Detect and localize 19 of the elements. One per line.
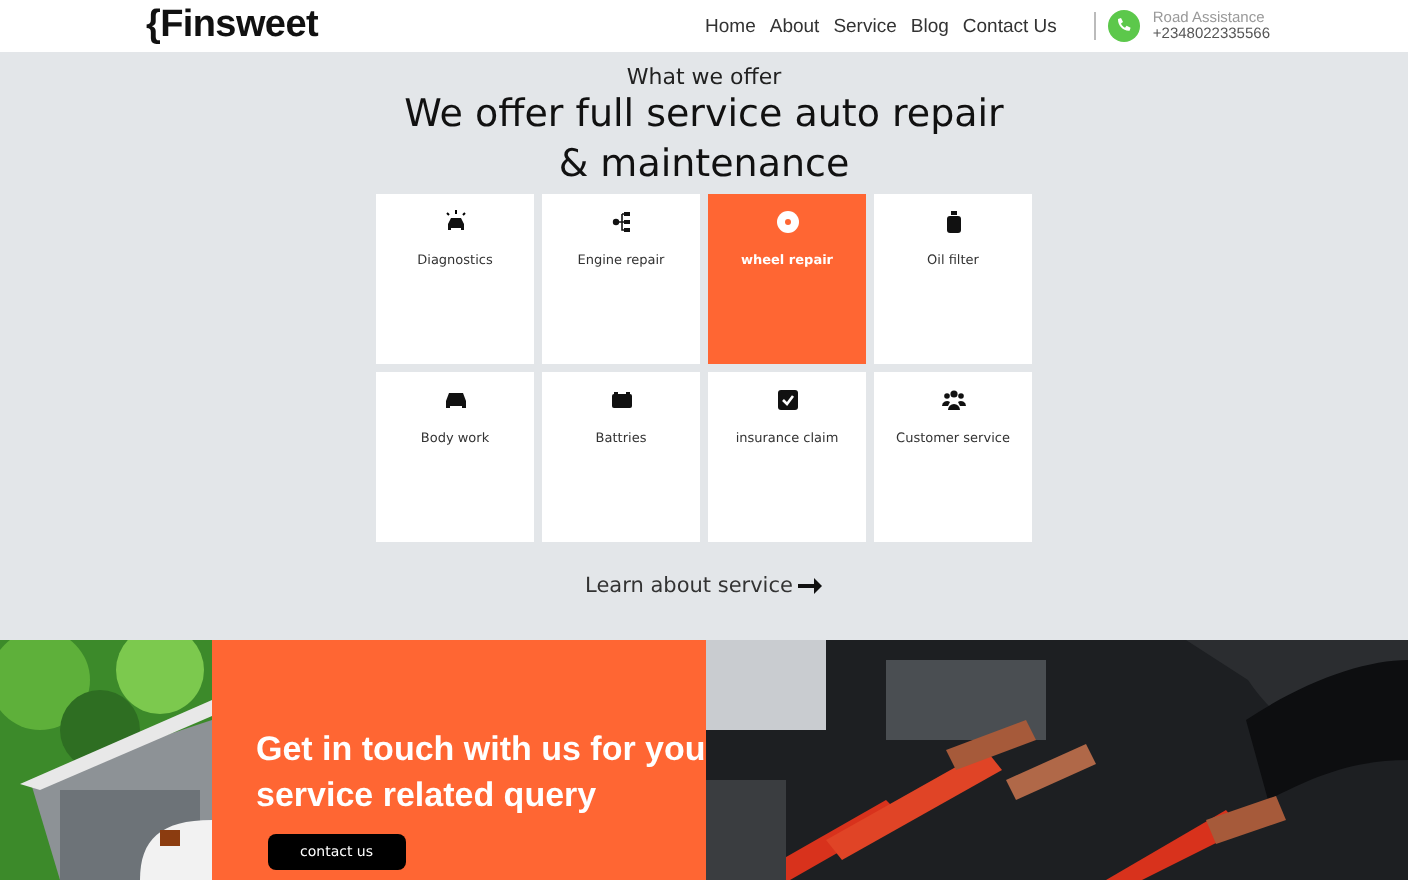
- section-eyebrow: What we offer: [626, 64, 782, 90]
- phone-icon: [1108, 10, 1141, 42]
- nav-link[interactable]: Contact Us: [962, 15, 1057, 37]
- bottle-icon: [941, 210, 965, 234]
- battery-icon: [609, 388, 633, 412]
- nav-link[interactable]: Blog: [910, 15, 949, 37]
- checkbox-icon: [775, 388, 799, 412]
- people-icon: [941, 388, 965, 412]
- learn-more-link[interactable]: Learn about service: [585, 574, 823, 598]
- arrow-right-icon: [798, 576, 823, 596]
- car-icon: [443, 388, 467, 412]
- nav-link[interactable]: About: [769, 15, 820, 37]
- section-title: We offer full service auto repair & maintenance: [402, 90, 1006, 190]
- nav-link[interactable]: Service: [833, 15, 897, 37]
- nav-link[interactable]: Home: [705, 15, 756, 37]
- car-alert-icon: [443, 210, 467, 234]
- network-icon: [609, 210, 633, 234]
- logo[interactable]: {Finsweet: [146, 4, 318, 48]
- contact-heading: Get in touch with us for you service related query: [256, 728, 706, 818]
